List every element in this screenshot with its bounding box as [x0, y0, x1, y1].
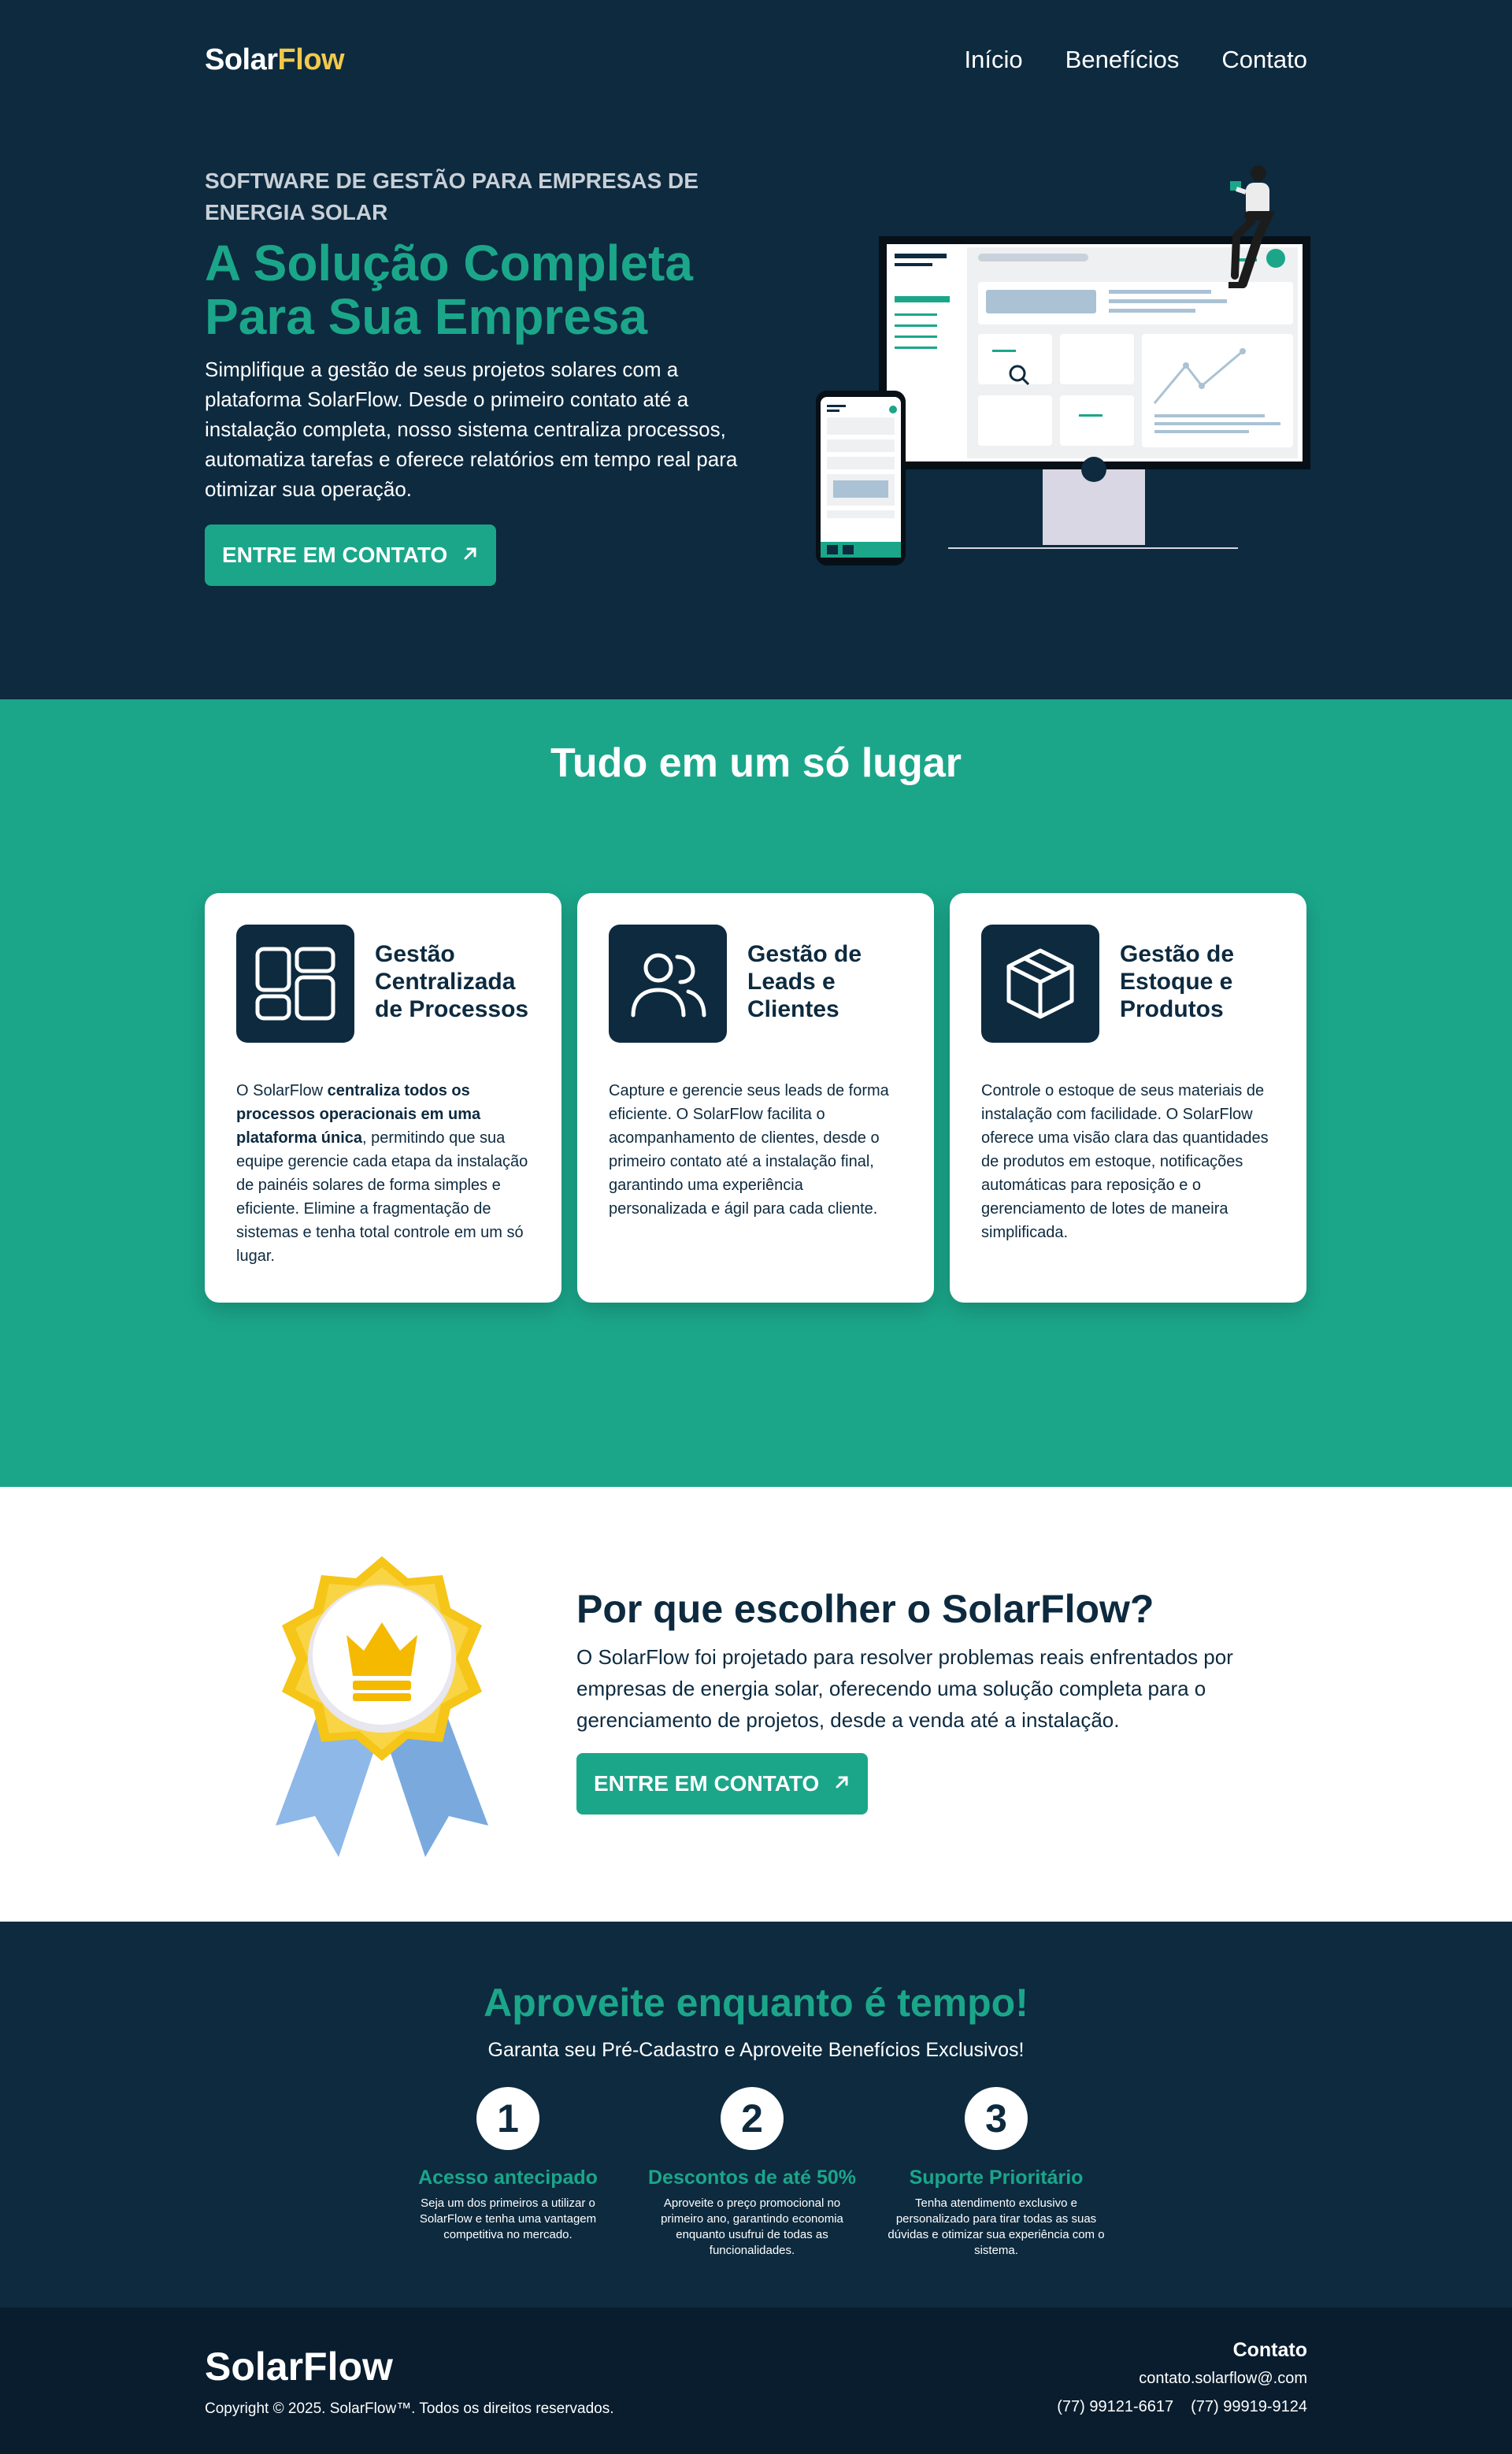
logo-text-solar: Solar [205, 43, 278, 76]
promo-steps: 1 Acesso antecipado Seja um dos primeiro… [394, 2087, 1126, 2259]
feature-card-title: Gestão de Leads e Clientes [747, 941, 862, 1022]
arrow-up-right-icon [833, 1771, 850, 1796]
logo[interactable]: SolarFlow [205, 43, 345, 77]
features-title-rest: em um só lugar [647, 740, 962, 786]
promo-step: 2 Descontos de até 50% Aproveite o preço… [638, 2087, 866, 2259]
features-title-bold: Tudo [550, 740, 648, 786]
hero-illustration [811, 158, 1315, 575]
hero-title: A Solução Completa Para Sua Empresa [205, 235, 693, 345]
footer-contact: Contato contato.solarflow@.com (77) 9912… [1057, 2336, 1307, 2421]
contact-phone-link[interactable]: (77) 99121-6617 [1057, 2393, 1173, 2421]
feature-card-title: Gestão Centralizada de Processos [375, 941, 529, 1022]
feature-card-estoque: Gestão de Estoque e Produtos Controle o … [950, 893, 1306, 1303]
users-icon [609, 925, 727, 1043]
contact-phones: (77) 99121-6617 (77) 99919-9124 [1057, 2393, 1307, 2421]
feature-card-header: Gestão de Leads e Clientes [609, 925, 902, 1043]
contact-title: Contato [1232, 2339, 1307, 2361]
step-number-badge: 1 [476, 2087, 539, 2150]
promo-step: 1 Acesso antecipado Seja um dos primeiro… [394, 2087, 622, 2259]
top-navigation: SolarFlow Início Benefícios Contato [205, 36, 1307, 83]
why-title: Por que escolher o SolarFlow? [576, 1587, 1154, 1631]
nav-links: Início Benefícios Contato [965, 46, 1307, 74]
features-title: Tudo em um só lugar [0, 736, 1512, 791]
hero-eyebrow: SOFTWARE DE GESTÃO PARA EMPRESAS DE ENER… [205, 169, 699, 224]
step-description: Tenha atendimento exclusivo e personaliz… [888, 2196, 1105, 2257]
feature-card-title: Gestão de Estoque e Produtos [1120, 941, 1235, 1022]
feature-card-leads: Gestão de Leads e Clientes Capture e ger… [577, 893, 934, 1303]
step-title: Acesso antecipado [418, 2167, 598, 2189]
nav-link-inicio[interactable]: Início [965, 46, 1023, 74]
feature-card-text: Capture e gerencie seus leads de forma e… [609, 1082, 889, 1218]
nav-link-beneficios[interactable]: Benefícios [1065, 46, 1180, 74]
feature-card-text-part: , permitindo que sua equipe gerencie cad… [236, 1129, 528, 1265]
why-description: O SolarFlow foi projetado para resolver … [576, 1645, 1233, 1732]
hero-content: SOFTWARE DE GESTÃO PARA EMPRESAS DE ENER… [205, 165, 756, 586]
dashboard-illustration [816, 165, 1310, 565]
nav-link-contato[interactable]: Contato [1221, 46, 1307, 74]
logo-text-flow: Flow [277, 43, 345, 76]
step-number-badge: 2 [721, 2087, 784, 2150]
features-section: Tudo em um só lugar Gestão Centralizada … [0, 699, 1512, 1487]
why-content: Por que escolher o SolarFlow? O SolarFlo… [576, 1583, 1309, 1815]
promo-section: Aproveite enquanto é tempo! Garanta seu … [0, 1922, 1512, 2308]
feature-card-header: Gestão Centralizada de Processos [236, 925, 530, 1043]
contact-email-link[interactable]: contato.solarflow@.com [1057, 2364, 1307, 2393]
award-medal-icon [268, 1550, 496, 1865]
footer-logo[interactable]: SolarFlow [205, 2344, 393, 2389]
feature-card-text: Controle o estoque de seus materiais de … [981, 1082, 1269, 1241]
hero-contact-button[interactable]: ENTRE EM CONTATO [205, 525, 497, 586]
why-contact-button-label: ENTRE EM CONTATO [594, 1771, 820, 1796]
step-description: Aproveite o preço promocional no primeir… [661, 2196, 843, 2257]
promo-subtitle: Garanta seu Pré-Cadastro e Aproveite Ben… [487, 2039, 1025, 2061]
footer: SolarFlow Copyright © 2025. SolarFlow™. … [0, 2308, 1512, 2454]
contact-phone-link[interactable]: (77) 99919-9124 [1191, 2393, 1307, 2421]
promo-title: Aproveite enquanto é tempo! [484, 1981, 1028, 2025]
feature-card-text: O SolarFlow centraliza todos os processo… [236, 1079, 530, 1268]
copyright-text: Copyright © 2025. SolarFlow™. Todos os d… [205, 2400, 614, 2417]
feature-cards: Gestão Centralizada de Processos O Solar… [205, 893, 1307, 1303]
hero-description: Simplifique a gestão de seus projetos so… [205, 358, 738, 501]
arrow-up-right-icon [461, 543, 479, 568]
step-title: Suporte Prioritário [909, 2167, 1084, 2189]
step-number-badge: 3 [965, 2087, 1028, 2150]
feature-card-header: Gestão de Estoque e Produtos [981, 925, 1275, 1043]
dashboard-icon [236, 925, 354, 1043]
why-contact-button[interactable]: ENTRE EM CONTATO [576, 1753, 869, 1815]
promo-step: 3 Suporte Prioritário Tenha atendimento … [882, 2087, 1110, 2259]
step-title: Descontos de até 50% [648, 2167, 856, 2189]
feature-card-processos: Gestão Centralizada de Processos O Solar… [205, 893, 561, 1303]
step-description: Seja um dos primeiros a utilizar o Solar… [419, 2196, 597, 2241]
hero-contact-button-label: ENTRE EM CONTATO [222, 543, 448, 567]
feature-card-text-part: O SolarFlow [236, 1082, 328, 1099]
hero-section: SolarFlow Início Benefícios Contato SOFT… [0, 0, 1512, 699]
why-section: Por que escolher o SolarFlow? O SolarFlo… [0, 1487, 1512, 1922]
box-icon [981, 925, 1099, 1043]
